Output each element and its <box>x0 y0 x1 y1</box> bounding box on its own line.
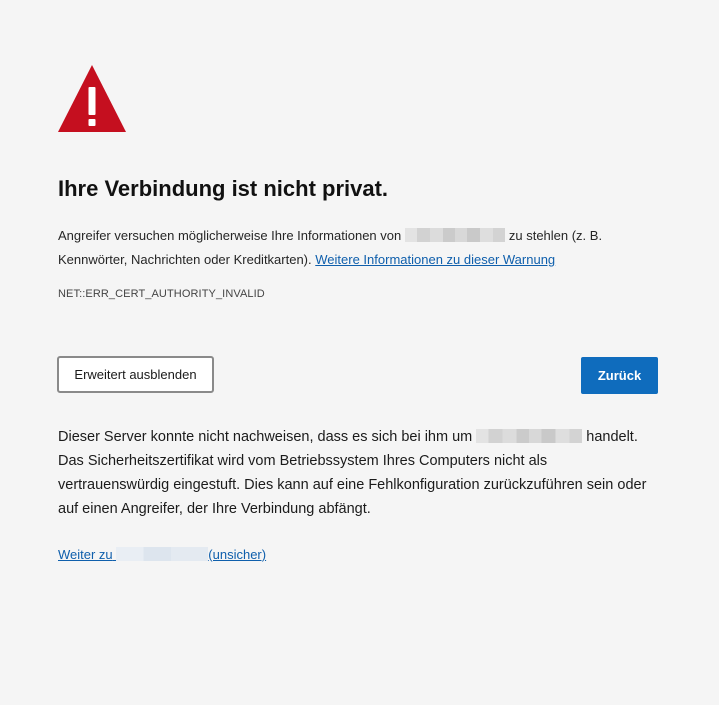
proceed-unsafe-link[interactable]: Weiter zu (unsicher) <box>58 547 266 562</box>
error-page: Ihre Verbindung ist nicht privat. Angrei… <box>0 0 719 705</box>
page-title: Ihre Verbindung ist nicht privat. <box>58 176 389 201</box>
details-text-start: Dieser Server konnte nicht nachweisen, d… <box>58 429 473 445</box>
back-button[interactable]: Zurück <box>581 357 658 394</box>
hide-advanced-button[interactable]: Erweitert ausblenden <box>57 356 214 393</box>
proceed-link-prefix: Weiter zu <box>58 547 113 562</box>
proceed-link-suffix: (unsicher) <box>208 547 267 562</box>
redacted-hostname <box>116 547 209 561</box>
redacted-hostname <box>476 429 583 443</box>
error-code: NET::ERR_CERT_AUTHORITY_INVALID <box>58 288 265 300</box>
redacted-hostname <box>404 228 505 242</box>
summary-text: Angreifer versuchen möglicherweise Ihre … <box>58 224 668 272</box>
summary-text-start: Angreifer versuchen möglicherweise Ihre … <box>58 228 402 243</box>
proceed-unsafe-line: Weiter zu (unsicher) <box>58 545 266 565</box>
details-text: Dieser Server konnte nicht nachweisen, d… <box>58 425 658 521</box>
warning-triangle-icon <box>58 65 126 132</box>
learn-more-link[interactable]: Weitere Informationen zu dieser Warnung <box>315 252 555 267</box>
